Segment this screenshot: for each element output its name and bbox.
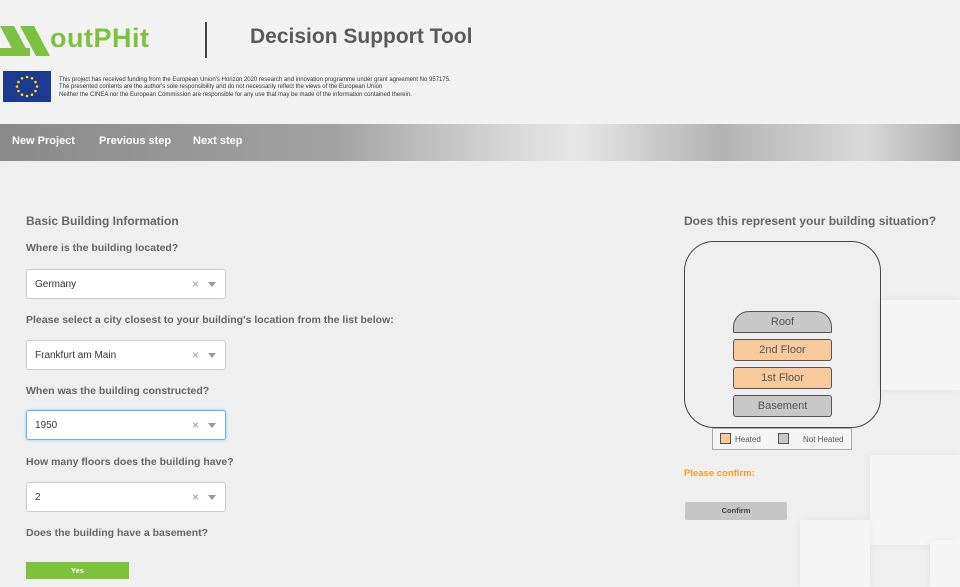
page-title: Decision Support Tool bbox=[250, 25, 473, 48]
city-select-value: Frankfurt am Main bbox=[35, 350, 117, 361]
chevron-down-icon[interactable] bbox=[208, 353, 216, 358]
legend-not-heated-swatch bbox=[778, 433, 789, 444]
logo-mark-icon bbox=[0, 26, 50, 56]
floor-roof: Roof bbox=[733, 311, 832, 333]
country-select[interactable]: Germany × bbox=[26, 269, 226, 299]
page-header: outPHit Decision Support Tool This proje… bbox=[0, 0, 960, 124]
construction-year-select[interactable]: 1950 × bbox=[26, 410, 226, 440]
question-floors-label: How many floors does the building have? bbox=[26, 456, 234, 468]
background-decor bbox=[800, 520, 870, 587]
legend-heated-swatch bbox=[720, 433, 731, 444]
question-construction-year-label: When was the building constructed? bbox=[26, 385, 210, 397]
section-title: Basic Building Information bbox=[26, 214, 179, 228]
floors-select[interactable]: 2 × bbox=[26, 482, 226, 512]
funding-line: The presented contents are the author's … bbox=[59, 84, 383, 91]
logo-text: outPHit bbox=[50, 23, 150, 53]
nav-previous-step[interactable]: Previous step bbox=[99, 135, 171, 147]
confirm-button[interactable]: Confirm bbox=[685, 502, 787, 520]
header-divider bbox=[205, 22, 207, 58]
floors-select-value: 2 bbox=[35, 492, 41, 503]
yes-button[interactable]: Yes bbox=[26, 562, 129, 579]
floor-basement: Basement bbox=[733, 395, 832, 417]
eu-flag-icon bbox=[3, 71, 51, 102]
funding-disclaimer: This project has received funding from t… bbox=[59, 77, 579, 99]
funding-line: Neither the CINEA nor the European Commi… bbox=[59, 91, 412, 98]
background-decor bbox=[870, 455, 960, 545]
chevron-down-icon[interactable] bbox=[208, 282, 216, 287]
city-select[interactable]: Frankfurt am Main × bbox=[26, 340, 226, 370]
outphit-logo: outPHit bbox=[0, 20, 175, 62]
nav-new-project[interactable]: New Project bbox=[12, 135, 75, 147]
legend-not-heated-label: Not Heated bbox=[803, 435, 844, 444]
floor-1st: 1st Floor bbox=[733, 367, 832, 389]
legend: Heated Not Heated bbox=[712, 428, 852, 450]
chevron-down-icon[interactable] bbox=[208, 423, 216, 428]
construction-year-value: 1950 bbox=[35, 420, 58, 431]
legend-heated-label: Heated bbox=[735, 435, 761, 444]
background-decor bbox=[930, 540, 960, 587]
floor-2nd: 2nd Floor bbox=[733, 339, 832, 361]
clear-icon[interactable]: × bbox=[192, 490, 199, 504]
country-select-value: Germany bbox=[35, 279, 77, 290]
top-navbar: New Project Previous step Next step bbox=[0, 124, 960, 161]
chevron-down-icon[interactable] bbox=[208, 495, 216, 500]
clear-icon[interactable]: × bbox=[192, 418, 199, 432]
clear-icon[interactable]: × bbox=[192, 277, 199, 291]
clear-icon[interactable]: × bbox=[192, 348, 199, 362]
diagram-title: Does this represent your building situat… bbox=[684, 214, 937, 228]
confirm-prompt: Please confirm: bbox=[684, 468, 755, 479]
question-basement-label: Does the building have a basement? bbox=[26, 527, 209, 539]
question-location-label: Where is the building located? bbox=[26, 242, 179, 254]
nav-next-step[interactable]: Next step bbox=[193, 135, 243, 147]
funding-line: This project has received funding from t… bbox=[59, 77, 451, 83]
background-decor bbox=[880, 300, 960, 390]
question-city-label: Please select a city closest to your bui… bbox=[26, 314, 394, 326]
